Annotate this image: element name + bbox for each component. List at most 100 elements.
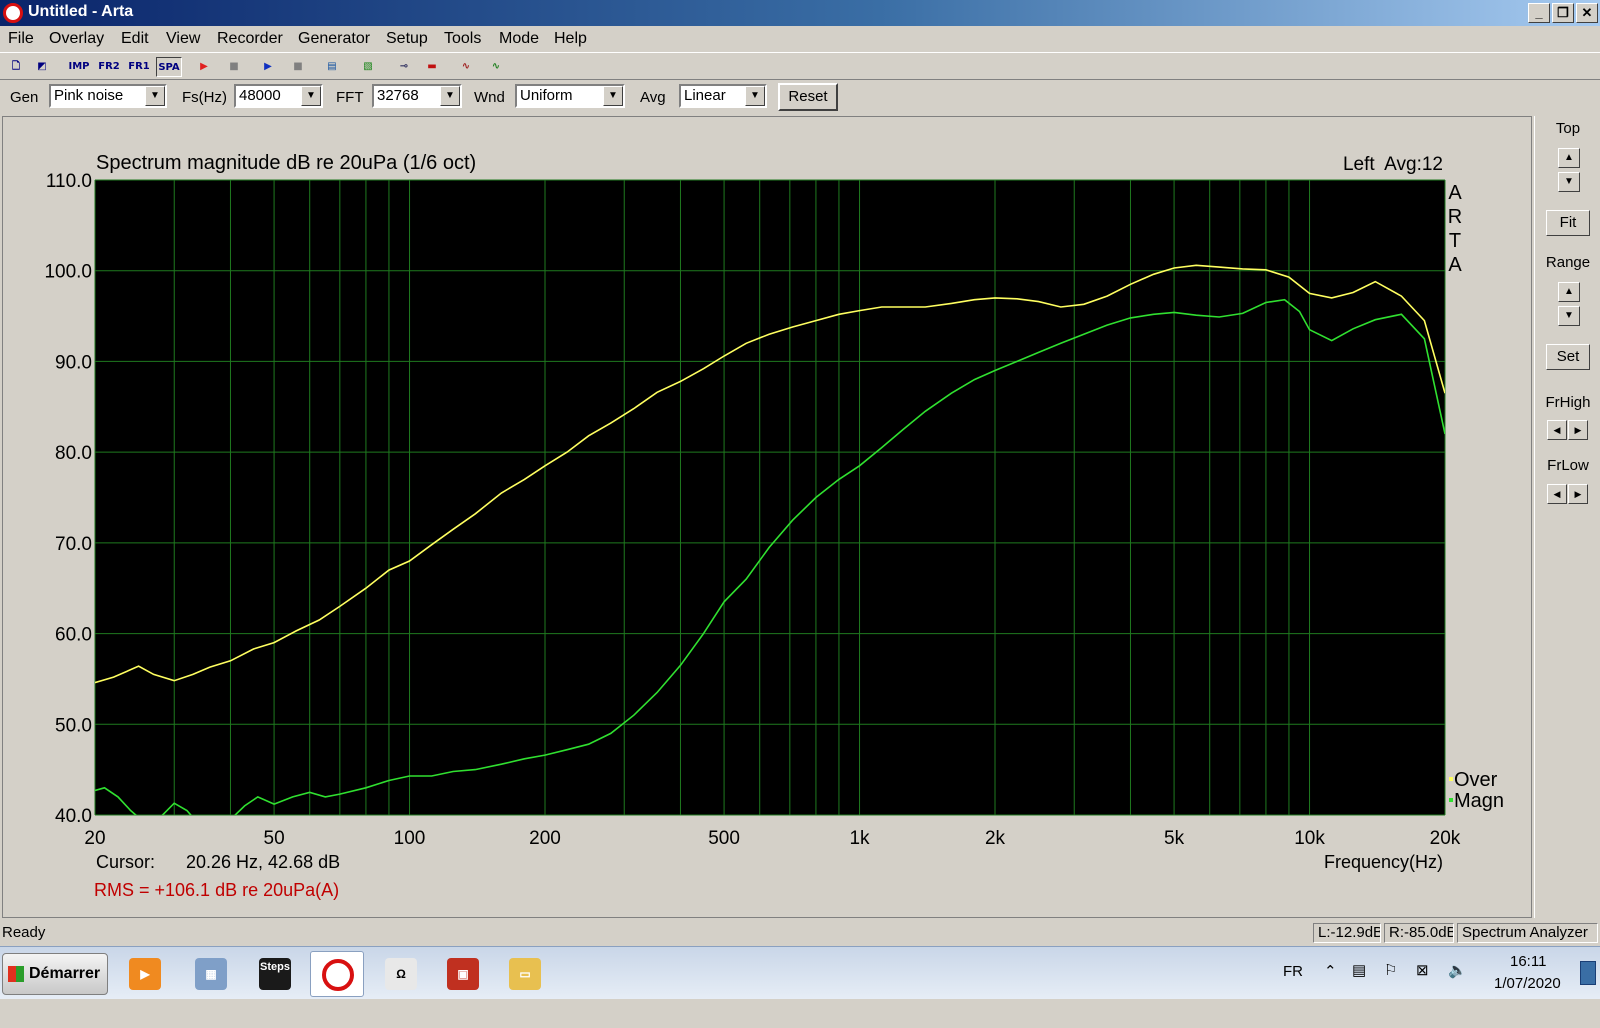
- gen-label: Gen: [10, 89, 39, 106]
- frhigh-right-button[interactable]: ▶: [1568, 420, 1588, 440]
- fr1-mode-button[interactable]: FR1: [126, 57, 152, 77]
- menu-edit[interactable]: Edit: [121, 30, 149, 48]
- y-tick-label: 70.0: [55, 534, 92, 555]
- fr2-mode-button[interactable]: FR2: [96, 57, 122, 77]
- plot-title: Spectrum magnitude dB re 20uPa (1/6 oct): [96, 152, 476, 174]
- minimize-button[interactable]: _: [1528, 3, 1550, 23]
- flag-tray-icon[interactable]: ⚐: [1384, 961, 1397, 1014]
- restore-button[interactable]: ❐: [1552, 3, 1574, 23]
- chevron-down-icon[interactable]: ▼: [301, 86, 321, 106]
- spa-mode-button[interactable]: SPA: [156, 57, 182, 77]
- watermark-letter: T: [1449, 230, 1461, 252]
- start-button[interactable]: Démarrer: [2, 953, 108, 995]
- reset-button[interactable]: Reset: [778, 83, 838, 111]
- overlay-abc-icon[interactable]: ▤: [320, 57, 344, 77]
- control-bar: Gen Pink noise ▼ Fs(Hz) 48000 ▼ FFT 3276…: [0, 80, 1600, 114]
- clock-date[interactable]: 1/07/2020: [1494, 975, 1561, 1028]
- menu-generator[interactable]: Generator: [298, 30, 370, 48]
- steps-app-icon: Steps: [259, 958, 291, 990]
- stop-icon[interactable]: ■: [286, 57, 310, 77]
- range-up-button[interactable]: ▲: [1558, 282, 1580, 302]
- taskbar-arta[interactable]: [310, 951, 364, 997]
- level-bar-icon[interactable]: ▬: [420, 57, 444, 77]
- y-tick-label: 40.0: [55, 806, 92, 827]
- meter-icon[interactable]: ⊸: [392, 57, 416, 77]
- averaging-select[interactable]: Linear ▼: [679, 84, 767, 108]
- top-down-button[interactable]: ▼: [1558, 172, 1580, 192]
- menu-recorder[interactable]: Recorder: [217, 30, 283, 48]
- plot-area[interactable]: [95, 180, 1445, 815]
- chevron-down-icon[interactable]: ▼: [440, 86, 460, 106]
- spectrum-plot-pane[interactable]: 40.0 50.0 60.0 70.0 80.0 90.0 100.0 110.0 20 50 1…: [2, 116, 1532, 918]
- fft-label: FFT: [336, 89, 364, 106]
- record-icon[interactable]: ▶: [192, 57, 216, 77]
- chevron-down-icon[interactable]: ▼: [145, 86, 165, 106]
- taskbar-media-player[interactable]: ▶: [118, 951, 172, 997]
- x-tick-label: 2k: [985, 828, 1006, 849]
- x-axis-label: Frequency(Hz): [1324, 852, 1443, 872]
- channel-label: Left Avg:12: [1343, 154, 1443, 175]
- imp-mode-button[interactable]: IMP: [66, 57, 92, 77]
- x-tick-label: 20: [84, 828, 105, 849]
- rms-readout: RMS = +106.1 dB re 20uPa(A): [94, 880, 339, 900]
- chevron-down-icon[interactable]: ▼: [603, 86, 623, 106]
- chevron-down-icon[interactable]: ▼: [745, 86, 765, 106]
- printer-tray-icon[interactable]: ▤: [1352, 961, 1366, 1014]
- edit-icon[interactable]: ◩: [30, 57, 54, 77]
- menu-view[interactable]: View: [166, 30, 200, 48]
- frlow-right-button[interactable]: ▶: [1568, 484, 1588, 504]
- frlow-left-button[interactable]: ◀: [1547, 484, 1567, 504]
- taskbar-steps[interactable]: Steps: [248, 951, 302, 997]
- legend-magn-swatch: [1449, 798, 1453, 802]
- set-button[interactable]: Set: [1546, 344, 1590, 370]
- range-down-button[interactable]: ▼: [1558, 306, 1580, 326]
- menu-tools[interactable]: Tools: [444, 30, 481, 48]
- top-up-button[interactable]: ▲: [1558, 148, 1580, 168]
- menu-mode[interactable]: Mode: [499, 30, 539, 48]
- sample-rate-select[interactable]: 48000 ▼: [234, 84, 323, 108]
- y-tick-label: 80.0: [55, 443, 92, 464]
- close-button[interactable]: ✕: [1576, 3, 1598, 23]
- menu-overlay[interactable]: Overlay: [49, 30, 104, 48]
- watermark-letter: A: [1448, 254, 1462, 276]
- volume-icon[interactable]: 🔈: [1448, 961, 1467, 1014]
- x-tick-label: 50: [264, 828, 285, 849]
- start-label: Démarrer: [29, 965, 101, 982]
- sample-rate-value: 48000: [239, 87, 281, 104]
- y-tick-label: 60.0: [55, 625, 92, 646]
- arta-app-icon[interactable]: [3, 3, 23, 23]
- menu-setup[interactable]: Setup: [386, 30, 428, 48]
- frhigh-left-button[interactable]: ◀: [1547, 420, 1567, 440]
- language-indicator[interactable]: FR: [1283, 963, 1303, 1016]
- chevron-up-icon[interactable]: ⌃: [1324, 962, 1337, 1015]
- video-app-icon: ▣: [447, 958, 479, 990]
- taskbar-limp[interactable]: Ω: [374, 951, 428, 997]
- stop-record-icon[interactable]: ■: [222, 57, 246, 77]
- network-tray-icon[interactable]: ⊠: [1416, 961, 1429, 1014]
- taskbar-explorer[interactable]: ▭: [498, 951, 552, 997]
- window-select[interactable]: Uniform ▼: [515, 84, 625, 108]
- generator-select[interactable]: Pink noise ▼: [49, 84, 167, 108]
- fft-size-select[interactable]: 32768 ▼: [372, 84, 462, 108]
- menu-file[interactable]: File: [8, 30, 34, 48]
- steps-app-label: Steps: [260, 961, 290, 973]
- new-file-icon[interactable]: 🗋: [4, 57, 28, 77]
- taskbar-vzz[interactable]: ▣: [436, 951, 490, 997]
- menu-help[interactable]: Help: [554, 30, 587, 48]
- x-tick-label: 200: [529, 828, 561, 849]
- oscilloscope-icon[interactable]: ∿: [454, 57, 478, 77]
- fit-button[interactable]: Fit: [1546, 210, 1590, 236]
- top-label: Top: [1555, 120, 1581, 137]
- title-bar[interactable]: Untitled - Arta _ ❐ ✕: [0, 0, 1600, 26]
- spectrum-chart[interactable]: 40.0 50.0 60.0 70.0 80.0 90.0 100.0 110.0 20 50 1…: [3, 117, 1531, 917]
- show-desktop-button[interactable]: [1580, 961, 1596, 985]
- legend-magn-label: Magn: [1454, 790, 1504, 812]
- taskbar: Démarrer ▶ ▦ Steps Ω ▣ ▭ FR ⌃ ▤ ⚐ ⊠ 🔈 16…: [0, 946, 1600, 999]
- pattern-icon[interactable]: ▧: [356, 57, 380, 77]
- status-ready: Ready: [2, 924, 46, 941]
- play-icon[interactable]: ▶: [256, 57, 280, 77]
- generator-icon[interactable]: ∿: [484, 57, 508, 77]
- taskbar-calculator[interactable]: ▦: [184, 951, 238, 997]
- fft-size-value: 32768: [377, 87, 419, 104]
- status-left-level: L:-12.9dB: [1313, 923, 1381, 943]
